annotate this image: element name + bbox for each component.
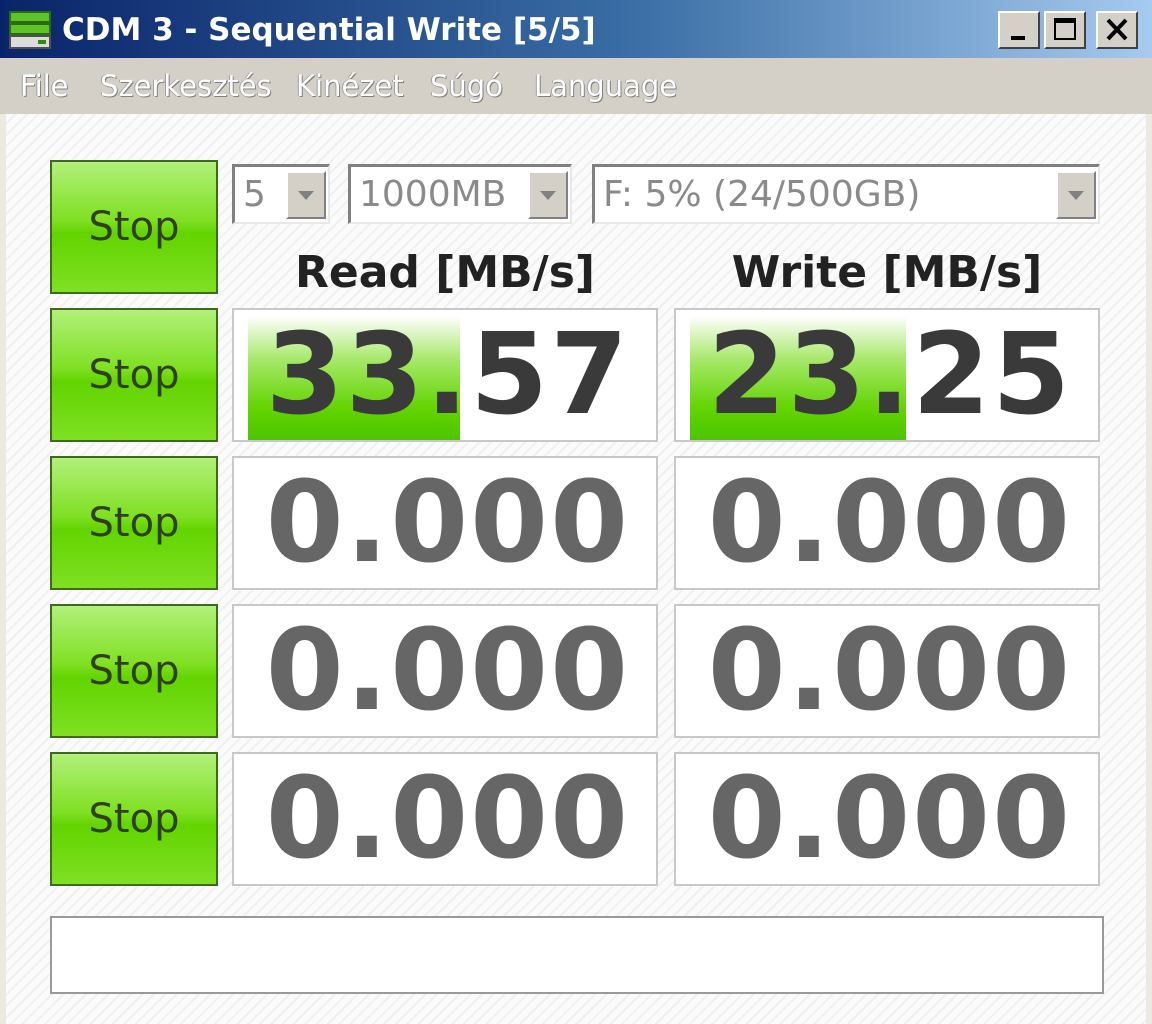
row-2-write-result: 0.000 bbox=[674, 456, 1100, 590]
row-4-read-result: 0.000 bbox=[232, 752, 658, 886]
read-column-header: Read [MB/s] bbox=[294, 247, 596, 298]
title-bar[interactable]: CDM 3 - Sequential Write [5/5] bbox=[0, 0, 1152, 58]
row-3-stop-button[interactable]: Stop bbox=[50, 604, 218, 738]
dropdown-arrow[interactable] bbox=[286, 171, 326, 219]
menu-edit[interactable]: Szerkesztés bbox=[100, 68, 272, 104]
row-1-read-value: 33.57 bbox=[265, 310, 630, 440]
row-2-stop-button[interactable]: Stop bbox=[50, 456, 218, 590]
app-window: CDM 3 - Sequential Write [5/5] File Szer… bbox=[0, 0, 1152, 1024]
row-2-read-result: 0.000 bbox=[232, 456, 658, 590]
menu-bar: File Szerkesztés Kinézet Súgó Language bbox=[0, 58, 1152, 114]
drive-value: F: 5% (24/500GB) bbox=[603, 174, 921, 215]
test-size-value: 1000MB bbox=[359, 174, 507, 215]
row-1-write-value: 23.25 bbox=[707, 310, 1072, 440]
row-1-stop-button[interactable]: Stop bbox=[50, 308, 218, 442]
row-1-read-result: 33.57 bbox=[232, 308, 658, 442]
run-all-button[interactable]: Stop bbox=[50, 160, 218, 294]
row-2-write-value: 0.000 bbox=[707, 458, 1072, 588]
row-2-read-value: 0.000 bbox=[265, 458, 630, 588]
test-size-select[interactable]: 1000MB bbox=[348, 164, 572, 224]
write-column-header: Write [MB/s] bbox=[731, 247, 1043, 298]
minimize-icon bbox=[1011, 36, 1025, 40]
row-3-read-result: 0.000 bbox=[232, 604, 658, 738]
close-button[interactable] bbox=[1096, 11, 1138, 49]
menu-file[interactable]: File bbox=[20, 68, 69, 104]
dropdown-arrow-icon bbox=[298, 191, 314, 200]
minimize-button[interactable] bbox=[998, 11, 1040, 49]
row-4-write-result: 0.000 bbox=[674, 752, 1100, 886]
dropdown-arrow[interactable] bbox=[528, 171, 568, 219]
window-title: CDM 3 - Sequential Write [5/5] bbox=[62, 12, 596, 48]
row-3-read-value: 0.000 bbox=[265, 606, 630, 736]
row-4-read-value: 0.000 bbox=[265, 754, 630, 884]
test-count-select[interactable]: 5 bbox=[232, 164, 330, 224]
dropdown-arrow-icon bbox=[1068, 191, 1084, 200]
row-4-write-value: 0.000 bbox=[707, 754, 1072, 884]
row-1-write-result: 23.25 bbox=[674, 308, 1100, 442]
maximize-icon bbox=[1054, 18, 1076, 40]
benchmark-panel: Stop 5 1000MB F: 5% (24/500GB) Read [MB/… bbox=[6, 114, 1146, 1024]
menu-language[interactable]: Language bbox=[534, 68, 677, 104]
row-4-stop-button[interactable]: Stop bbox=[50, 752, 218, 886]
row-3-write-value: 0.000 bbox=[707, 606, 1072, 736]
test-count-value: 5 bbox=[243, 174, 266, 215]
row-3-write-result: 0.000 bbox=[674, 604, 1100, 738]
comment-input[interactable] bbox=[50, 916, 1104, 994]
maximize-button[interactable] bbox=[1044, 11, 1086, 49]
dropdown-arrow[interactable] bbox=[1056, 171, 1096, 219]
dropdown-arrow-icon bbox=[540, 191, 556, 200]
drive-select[interactable]: F: 5% (24/500GB) bbox=[592, 164, 1100, 224]
app-drive-icon bbox=[9, 11, 51, 49]
close-icon bbox=[1106, 18, 1128, 41]
menu-help[interactable]: Súgó bbox=[430, 68, 503, 104]
menu-view[interactable]: Kinézet bbox=[296, 68, 404, 104]
